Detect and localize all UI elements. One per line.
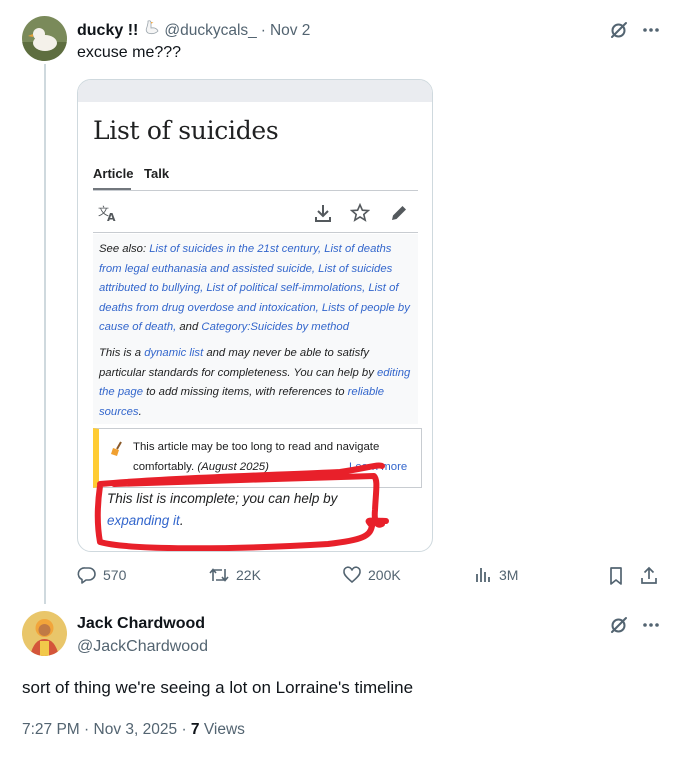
avatar-ducky[interactable] — [22, 16, 67, 61]
like-button[interactable]: 200K — [342, 565, 401, 585]
tweet1-header: ducky !! @duckycals_ · Nov 2 — [77, 19, 310, 42]
tweet-time[interactable]: 7:27 PM — [22, 721, 80, 738]
goose-emoji-icon — [142, 19, 160, 42]
retweet-button[interactable]: 22K — [208, 565, 261, 585]
bookmark-icon[interactable] — [605, 565, 627, 587]
retweet-icon — [209, 568, 229, 582]
handle[interactable]: @JackChardwood — [77, 638, 208, 656]
separator: · — [260, 21, 266, 39]
share-icon[interactable] — [638, 565, 660, 587]
thread-line — [44, 64, 46, 604]
more-icon[interactable] — [640, 19, 662, 41]
display-name[interactable]: Jack Chardwood — [77, 615, 205, 633]
views-label: Views — [199, 721, 245, 738]
tweet-date[interactable]: Nov 3, 2025 — [94, 721, 178, 738]
avatar-jack[interactable] — [22, 611, 67, 656]
tweet-text: excuse me??? — [77, 44, 182, 61]
like-icon — [343, 566, 361, 584]
views-icon — [476, 568, 490, 582]
red-annotation-scribble — [94, 462, 389, 551]
views-button[interactable]: 3M — [473, 565, 518, 585]
views-count: 7 — [190, 721, 200, 738]
grok-icon[interactable] — [608, 614, 630, 636]
grok-icon[interactable] — [608, 19, 630, 41]
handle[interactable]: @duckycals_ — [164, 22, 256, 40]
reply-icon — [77, 567, 96, 584]
reply-button[interactable]: 570 — [77, 565, 126, 585]
tweet-text: sort of thing we're seeing a lot on Lorr… — [22, 678, 414, 697]
more-icon[interactable] — [640, 614, 662, 636]
display-name[interactable]: ducky !! — [77, 22, 138, 40]
tweet-date[interactable]: Nov 2 — [270, 22, 311, 40]
tweet-meta: 7:27 PM · Nov 3, 2025 · 7 Views — [22, 721, 245, 738]
tweet-media-image[interactable]: List of suicides Article Talk 文A See als… — [77, 79, 433, 552]
